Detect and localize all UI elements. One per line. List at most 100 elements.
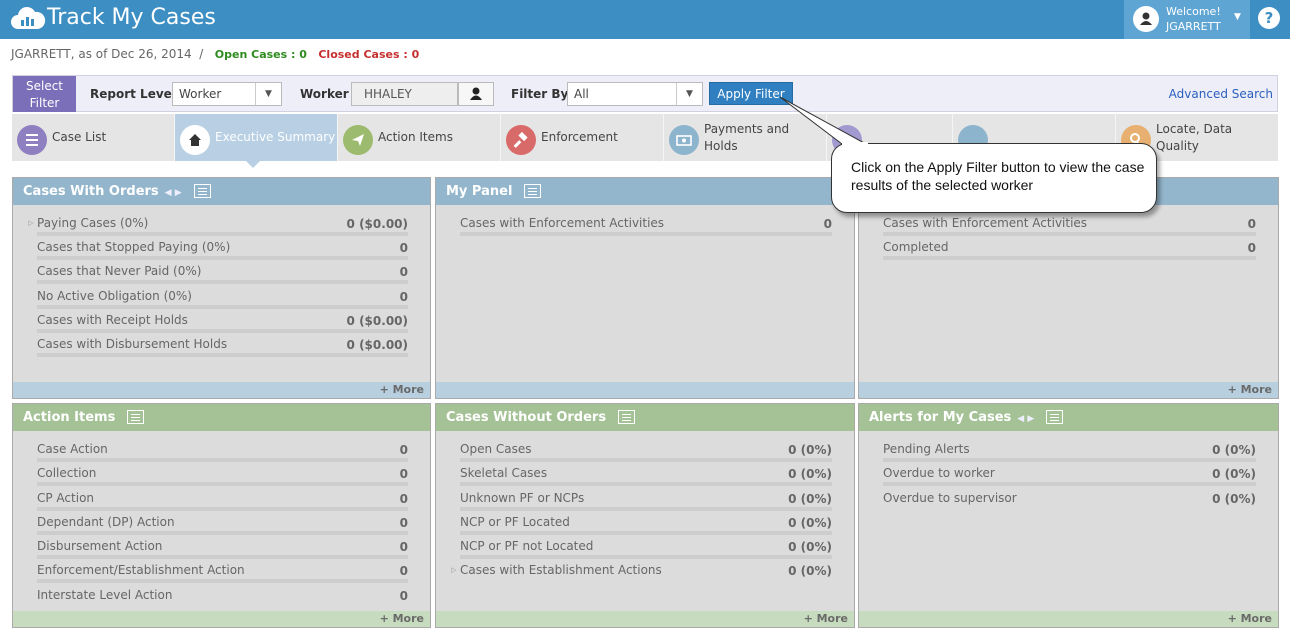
panel-list-icon[interactable] <box>127 409 145 424</box>
worker-field[interactable]: HHALEY <box>351 82 458 106</box>
more-link[interactable]: + More <box>1228 612 1272 625</box>
panel-header: Cases Without Orders <box>436 404 854 431</box>
welcome-label: Welcome! <box>1166 5 1221 18</box>
tab-executive-summary[interactable]: Executive Summary <box>175 114 337 161</box>
list-item[interactable]: Enforcement/Establishment Action 0 <box>37 560 408 584</box>
panel-title: Alerts for My Cases <box>869 410 1012 425</box>
gavel-icon <box>506 125 536 155</box>
panel-header: Alerts for My Cases ◀ ▶ <box>859 404 1278 431</box>
list-item[interactable]: Cases with Receipt Holds 0 ($0.00) <box>37 310 408 334</box>
list-item[interactable]: Cases with Enforcement Activities 0 <box>883 213 1256 237</box>
cases-without-orders-panel: Cases Without Orders Open Cases 0 (0%) Sk… <box>435 403 855 628</box>
help-icon[interactable]: ? <box>1258 7 1280 29</box>
list-item[interactable]: Cases with Enforcement Activities 0 <box>460 213 832 237</box>
advanced-search-link[interactable]: Advanced Search <box>1169 87 1273 101</box>
worker-label: Worker <box>300 87 349 101</box>
panel-list-icon[interactable] <box>618 409 636 424</box>
more-link[interactable]: + More <box>804 612 848 625</box>
tab-label: Locate, Data Quality <box>1156 121 1233 153</box>
money-icon <box>669 125 699 155</box>
list-item[interactable]: CP Action 0 <box>37 488 408 512</box>
list-item[interactable]: Case Action 0 <box>37 439 408 463</box>
cases-with-orders-panel: Cases With Orders ◀ ▶ ▷ Paying Cases (0%) 0… <box>12 177 431 399</box>
closed-cases-count[interactable]: Closed Cases : 0 <box>318 48 419 61</box>
filter-by-select[interactable]: All ▼ <box>567 82 703 106</box>
list-item[interactable]: ▷ Cases with Establishment Actions 0 (0%) <box>451 560 832 584</box>
username: JGARRETT <box>1166 20 1221 33</box>
filter-bar: Select Filter Report Level Worker ▼ Work… <box>12 75 1278 112</box>
action-items-panel: Action Items Case Action 0 Collection 0 CP… <box>12 403 431 628</box>
list-item[interactable]: Unknown PF or NCPs 0 (0%) <box>460 488 832 512</box>
list-item[interactable]: Disbursement Action 0 <box>37 536 408 560</box>
avatar <box>1133 6 1159 32</box>
more-link[interactable]: + More <box>380 383 424 396</box>
panel-header: Action Items <box>13 404 430 431</box>
alerts-panel: Alerts for My Cases ◀ ▶ Pending Alerts 0 (… <box>858 403 1279 628</box>
tab-payments-and-holds[interactable]: Payments and Holds <box>664 114 826 161</box>
chevron-down-icon[interactable]: ▼ <box>1234 12 1241 22</box>
tab-label: Case List <box>52 130 107 144</box>
app-title: Track My Cases <box>47 5 216 30</box>
apply-filter-button[interactable]: Apply Filter <box>709 82 793 105</box>
tab-enforcement[interactable]: Enforcement <box>501 114 663 161</box>
callout-text: Click on the Apply Filter button to view… <box>851 159 1145 193</box>
user-menu[interactable]: Welcome! JGARRETT ▼ <box>1124 0 1250 39</box>
tab-label: Enforcement <box>541 130 618 144</box>
panel-list-icon[interactable] <box>193 183 211 198</box>
my-panel: My Panel Cases with Enforcement Activiti… <box>435 177 855 399</box>
worker-lookup-button[interactable] <box>458 82 494 106</box>
list-item[interactable]: Cases with Disbursement Holds 0 ($0.00) <box>37 334 408 358</box>
send-icon <box>343 125 373 155</box>
list-icon <box>17 125 47 155</box>
list-item[interactable]: Cases that Never Paid (0%) 0 <box>37 261 408 285</box>
list-item[interactable]: Cases that Stopped Paying (0%) 0 <box>37 237 408 261</box>
panel-title: Action Items <box>23 410 116 425</box>
list-item[interactable]: Interstate Level Action 0 <box>37 585 408 609</box>
panel-header: My Panel <box>436 178 854 205</box>
user-icon <box>1140 12 1152 25</box>
list-item[interactable]: ▷ Paying Cases (0%) 0 ($0.00) <box>28 213 408 237</box>
list-item[interactable]: No Active Obligation (0%) 0 <box>37 286 408 310</box>
tooltip-callout: Click on the Apply Filter button to view… <box>831 143 1157 213</box>
chevron-down-icon[interactable]: ▼ <box>676 83 702 105</box>
chevron-down-icon[interactable]: ▼ <box>255 83 281 105</box>
home-icon <box>180 125 210 155</box>
cloud-logo-icon <box>11 7 46 30</box>
more-link[interactable]: + More <box>380 612 424 625</box>
list-item[interactable]: Overdue to supervisor 0 (0%) <box>883 488 1256 512</box>
list-item[interactable]: Pending Alerts 0 (0%) <box>883 439 1256 463</box>
active-tab-pointer <box>246 161 260 168</box>
list-item[interactable]: Completed 0 <box>883 237 1256 261</box>
filter-by-label: Filter By <box>511 87 569 101</box>
report-level-label: Report Level <box>90 87 176 101</box>
top-bar: Track My Cases Welcome! JGARRETT ▼ ? <box>0 0 1290 39</box>
tab-label: Action Items <box>378 130 453 144</box>
open-cases-count[interactable]: Open Cases : 0 <box>215 48 307 61</box>
list-item[interactable]: NCP or PF Located 0 (0%) <box>460 512 832 536</box>
panel-title: My Panel <box>446 184 513 199</box>
tab-label: Payments and Holds <box>704 121 790 153</box>
panel-nav-arrows-icon[interactable]: ◀ ▶ <box>1017 414 1034 424</box>
status-line: JGARRETT, as of Dec 26, 2014 / Open Case… <box>11 47 419 61</box>
tab-action-items[interactable]: Action Items <box>338 114 500 161</box>
tab-case-list[interactable]: Case List <box>12 114 174 161</box>
tab-label: Executive Summary <box>215 130 336 144</box>
user-date: JGARRETT, as of Dec 26, 2014 <box>11 47 192 61</box>
separator: / <box>199 47 204 61</box>
list-item[interactable]: NCP or PF not Located 0 (0%) <box>460 536 832 560</box>
user-icon <box>470 87 482 100</box>
list-item[interactable]: Dependant (DP) Action 0 <box>37 512 408 536</box>
panel-title: Cases With Orders <box>23 184 159 199</box>
report-level-select[interactable]: Worker ▼ <box>172 82 282 106</box>
panel-header: Cases With Orders ◀ ▶ <box>13 178 430 205</box>
more-link[interactable]: + More <box>1228 383 1272 396</box>
panel-list-icon[interactable] <box>524 183 542 198</box>
panel-list-icon[interactable] <box>1046 409 1064 424</box>
select-filter-label: Select Filter <box>13 76 76 112</box>
list-item[interactable]: Overdue to worker 0 (0%) <box>883 463 1256 487</box>
list-item[interactable]: Open Cases 0 (0%) <box>460 439 832 463</box>
panel-title: Cases Without Orders <box>446 410 607 425</box>
list-item[interactable]: Skeletal Cases 0 (0%) <box>460 463 832 487</box>
panel-nav-arrows-icon[interactable]: ◀ ▶ <box>165 188 182 198</box>
list-item[interactable]: Collection 0 <box>37 463 408 487</box>
